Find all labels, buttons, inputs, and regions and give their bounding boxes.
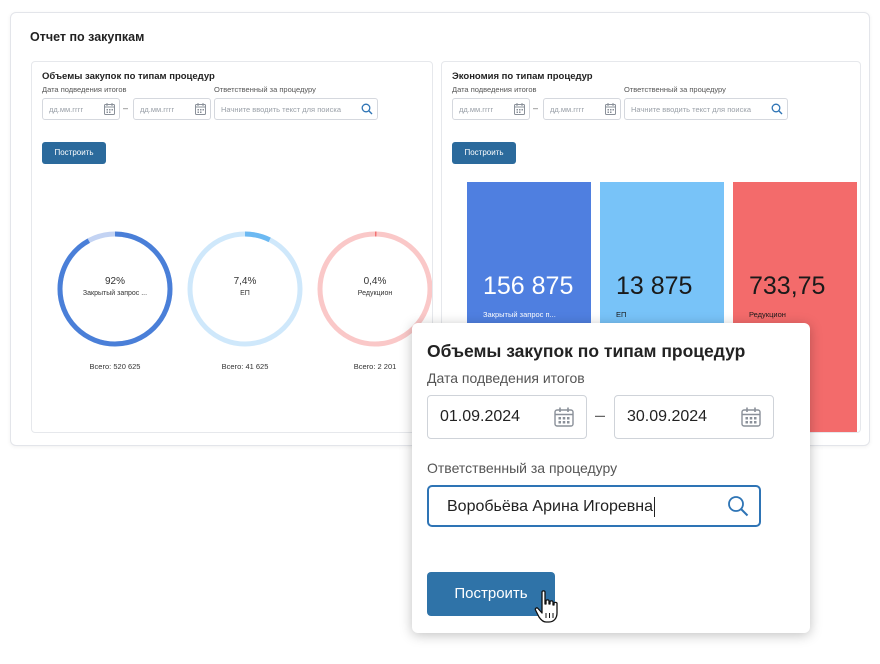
date-from-placeholder: дд.мм.гггг xyxy=(49,105,84,114)
responsible-search-input[interactable]: Начните вводить текст для поиска xyxy=(214,98,378,120)
calendar-icon[interactable] xyxy=(741,407,761,427)
date-range-dash: – xyxy=(533,103,539,113)
donut-total: Всего: 41 625 xyxy=(221,362,269,371)
tile-label: Редукцион xyxy=(749,310,786,319)
donut-percent: 0,4% xyxy=(363,276,387,287)
donut-percent: 7,4% xyxy=(233,276,257,287)
donut-chart: 92% Закрытый запрос ... xyxy=(56,230,174,348)
zoom-responsible-label: Ответственный за процедуру xyxy=(427,460,618,476)
volumes-panel-title: Объемы закупок по типам процедур xyxy=(42,71,215,82)
zoom-date-from-input[interactable]: 01.09.2024 xyxy=(427,395,587,439)
date-range-dash: – xyxy=(123,103,129,113)
zoom-date-to-input[interactable]: 30.09.2024 xyxy=(614,395,774,439)
zoom-panel-title: Объемы закупок по типам процедур xyxy=(427,341,746,361)
tile-value: 156 875 xyxy=(483,272,574,300)
responsible-label: Ответственный за процедуру xyxy=(624,85,726,94)
zoom-date-to-value: 30.09.2024 xyxy=(627,408,708,425)
tile-value: 13 875 xyxy=(616,272,693,300)
responsible-placeholder: Начните вводить текст для поиска xyxy=(221,105,341,114)
date-to-input[interactable]: дд.мм.гггг xyxy=(543,98,621,120)
zoom-responsible-search-input[interactable]: Воробьёва Арина Игоревна xyxy=(427,485,761,527)
date-from-input[interactable]: дд.мм.гггг xyxy=(452,98,530,120)
calendar-icon[interactable] xyxy=(554,407,574,427)
hand-pointer-cursor-icon xyxy=(534,590,558,623)
search-icon[interactable] xyxy=(361,103,373,115)
calendar-icon[interactable] xyxy=(104,103,115,115)
savings-panel-title: Экономия по типам процедур xyxy=(452,71,593,82)
tile-value: 733,75 xyxy=(749,272,826,300)
zoom-responsible-value: Воробьёва Арина Игоревна xyxy=(447,498,654,516)
zoom-date-range-dash: – xyxy=(595,405,606,425)
date-from-placeholder: дд.мм.гггг xyxy=(459,105,494,114)
calendar-icon[interactable] xyxy=(195,103,206,115)
tile-label: Закрытый запрос п... xyxy=(483,310,556,319)
donut-label: ЕП xyxy=(240,290,250,297)
date-label: Дата подведения итогов xyxy=(42,85,127,94)
donut-percent: 92% xyxy=(104,276,125,287)
build-button[interactable]: Построить xyxy=(42,142,106,164)
zoom-date-label: Дата подведения итогов xyxy=(427,370,585,386)
donut-chart: 7,4% ЕП xyxy=(186,230,304,348)
text-caret xyxy=(654,497,656,517)
date-from-input[interactable]: дд.мм.гггг xyxy=(42,98,120,120)
calendar-icon[interactable] xyxy=(514,103,525,115)
responsible-label: Ответственный за процедуру xyxy=(214,85,316,94)
date-to-placeholder: дд.мм.гггг xyxy=(550,105,585,114)
volumes-panel: Объемы закупок по типам процедур Дата по… xyxy=(31,61,433,433)
donut-label: Редукцион xyxy=(357,290,393,297)
responsible-search-input[interactable]: Начните вводить текст для поиска xyxy=(624,98,788,120)
responsible-placeholder: Начните вводить текст для поиска xyxy=(631,105,751,114)
donut-arc xyxy=(57,231,173,347)
report-title: Отчет по закупкам xyxy=(30,30,145,44)
donut-total: Всего: 520 625 xyxy=(89,362,141,371)
zoomed-filter-card: Объемы закупок по типам процедур Дата по… xyxy=(412,323,810,633)
zoom-date-from-value: 01.09.2024 xyxy=(440,408,521,425)
donut-label: Закрытый запрос ... xyxy=(82,290,148,297)
date-to-input[interactable]: дд.мм.гггг xyxy=(133,98,211,120)
build-button[interactable]: Построить xyxy=(452,142,516,164)
date-to-placeholder: дд.мм.гггг xyxy=(140,105,175,114)
date-label: Дата подведения итогов xyxy=(452,85,537,94)
search-icon[interactable] xyxy=(771,103,783,115)
donut-track xyxy=(187,231,303,347)
search-icon[interactable] xyxy=(727,495,749,517)
calendar-icon[interactable] xyxy=(605,103,616,115)
tile-label: ЕП xyxy=(616,310,627,319)
